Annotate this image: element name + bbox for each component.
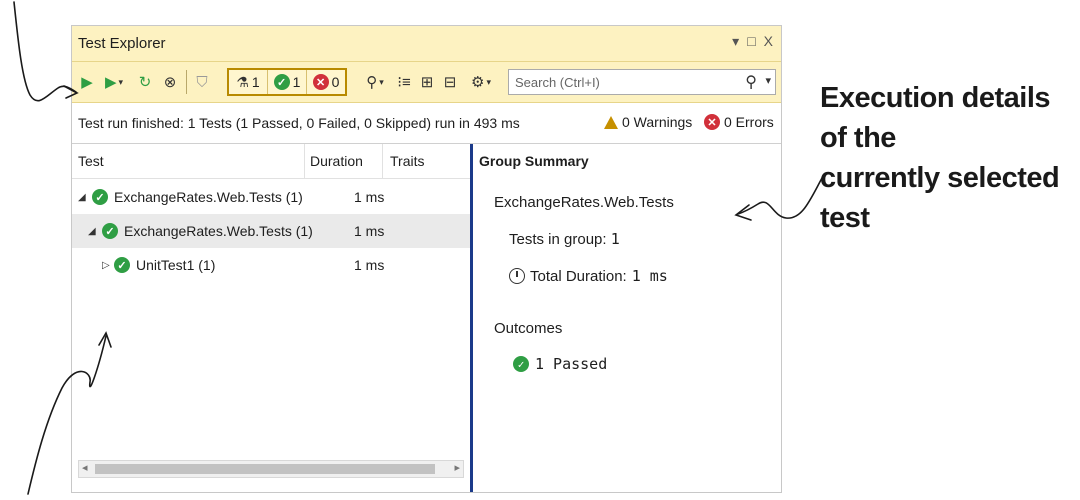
summary-callout-arrow [737,177,823,219]
annotation-arrows [13,1,823,495]
toolbar-callout-arrow [13,1,77,102]
tree-callout-arrow [27,335,107,495]
